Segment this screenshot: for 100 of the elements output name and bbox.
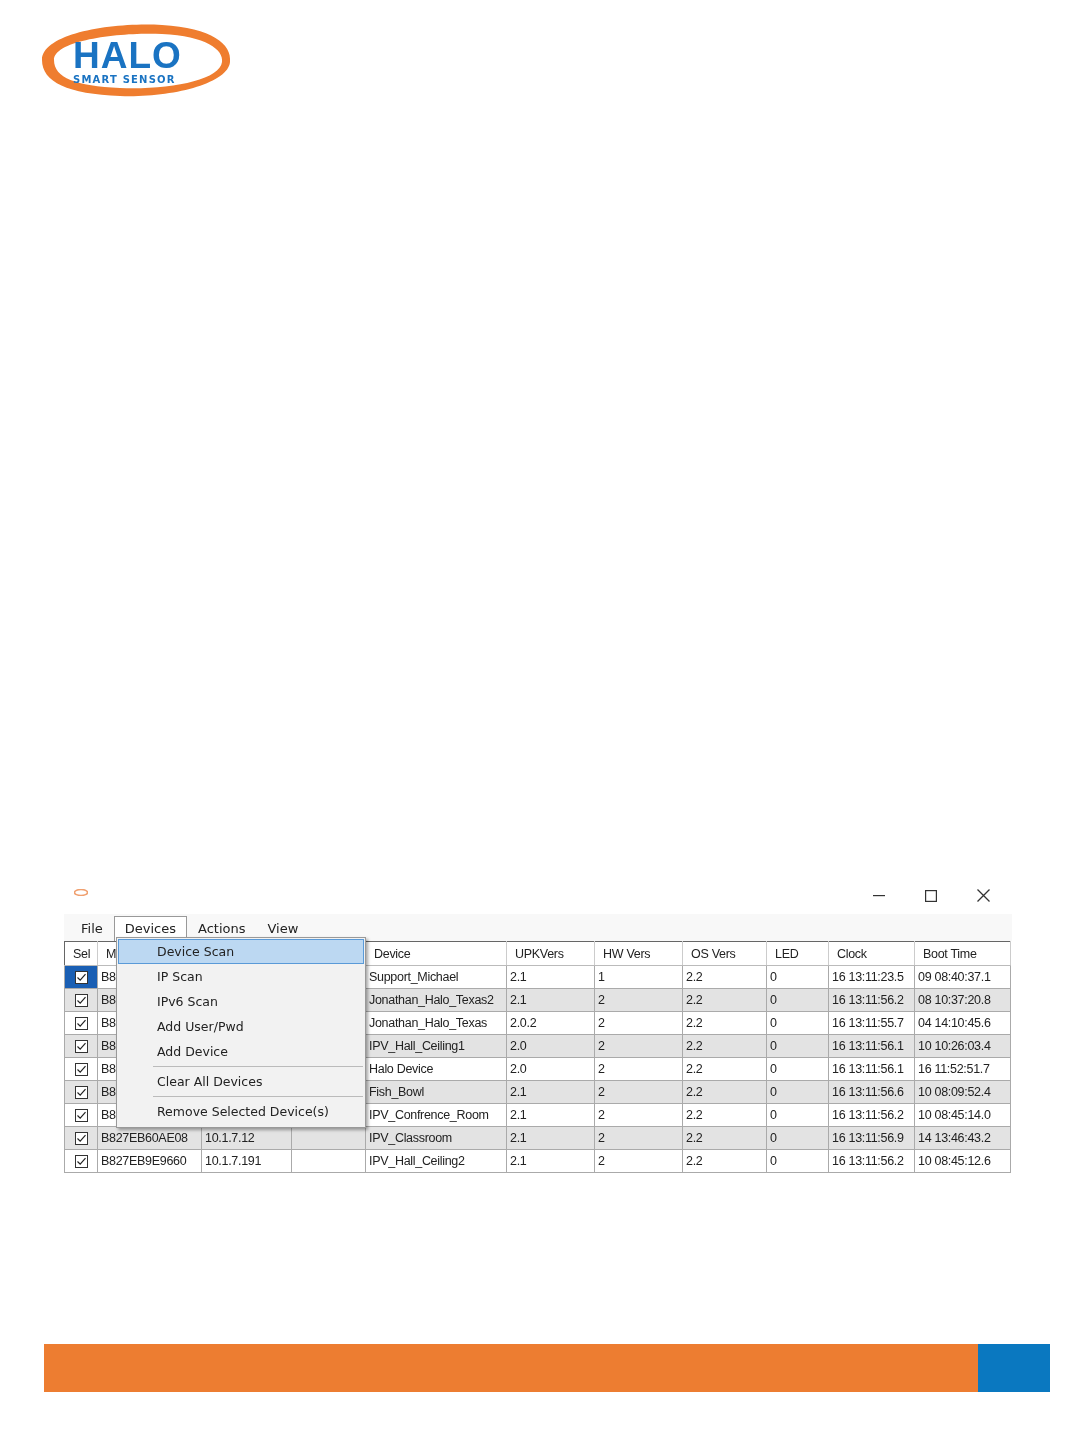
table-cell: 16 13:11:55.7 [832,1016,904,1030]
table-cell: 2.2 [686,1062,703,1076]
table-cell: 10 08:45:14.0 [918,1108,991,1122]
table-cell: 2.0 [510,1039,527,1053]
table-cell: 0 [770,993,777,1007]
table-cell: 2.0.2 [510,1016,537,1030]
table-cell: 0 [770,1062,777,1076]
select-cell[interactable] [64,1103,98,1127]
checkbox[interactable] [74,1108,88,1122]
app-icon [74,889,88,896]
table-cell: 2 [598,1062,605,1076]
table-cell: 0 [770,1154,777,1168]
menu-item[interactable]: File [70,916,114,941]
menu-option[interactable]: Device Scan [118,939,364,964]
table-cell: 2.2 [686,993,703,1007]
checkbox[interactable] [74,1131,88,1145]
table-cell: 10 10:26:03.4 [918,1039,991,1053]
select-cell[interactable] [64,1057,98,1081]
checkbox[interactable] [74,1016,88,1030]
table-cell: 2 [598,1085,605,1099]
table-cell: 2.1 [510,1108,527,1122]
footer-block [978,1344,1050,1392]
table-cell: Fish_Bowl [369,1085,424,1099]
table-cell: 2.1 [510,1154,527,1168]
maximize-icon[interactable] [925,889,937,902]
table-cell: 2 [598,1016,605,1030]
table-cell: B8 [101,1085,116,1099]
table-cell: B827EB9E9660 [101,1154,187,1168]
table-cell: B8 [101,1062,116,1076]
table-cell: 2 [598,1154,605,1168]
select-cell[interactable] [64,965,98,989]
menu-item[interactable]: View [256,916,310,941]
table-cell: B8 [101,1108,116,1122]
column-header[interactable]: Boot Time [923,946,977,961]
table-cell: 16 13:11:56.1 [832,1062,904,1076]
logo-subtitle: SMART SENSOR [73,74,176,85]
table-cell: 16 13:11:56.2 [832,1108,904,1122]
menu-option[interactable]: Add Device [118,1039,364,1064]
select-cell[interactable] [64,1034,98,1058]
table-cell: 16 13:11:56.6 [832,1085,904,1099]
checkbox[interactable] [74,993,88,1007]
table-cell: IPV_Hall_Ceiling2 [369,1154,465,1168]
column-header[interactable]: Sel [73,946,91,961]
checkbox[interactable] [74,1154,88,1168]
table-cell: 10.1.7.12 [205,1131,255,1145]
column-header[interactable]: OS Vers [691,946,736,961]
table-cell: 2.2 [686,970,703,984]
table-cell: 2.2 [686,1039,703,1053]
table-cell: B8 [101,993,116,1007]
table-cell: Jonathan_Halo_Texas [369,1016,487,1030]
table-cell: IPV_Classroom [369,1131,452,1145]
column-header[interactable]: LED [775,946,799,961]
checkbox[interactable] [74,1085,88,1099]
table-cell: IPV_Confrence_Room [369,1108,489,1122]
table-cell: B8 [101,970,116,984]
table-cell: 2.1 [510,993,527,1007]
select-cell[interactable] [64,1126,98,1150]
table-cell: IPV_Hall_Ceiling1 [369,1039,465,1053]
table-cell: 10 08:09:52.4 [918,1085,991,1099]
table-cell: 0 [770,1085,777,1099]
menu-option[interactable]: Clear All Devices [118,1069,364,1094]
column-header[interactable]: HW Vers [603,946,651,961]
table-cell: 2.1 [510,1131,527,1145]
close-icon[interactable] [977,889,990,902]
table-cell: 0 [770,1016,777,1030]
menu-item[interactable]: Actions [187,916,257,941]
table-cell: 2 [598,993,605,1007]
table-cell: 16 11:52:51.7 [918,1062,990,1076]
table-cell: 0 [770,1131,777,1145]
table-cell: 2.1 [510,970,527,984]
select-cell[interactable] [64,1011,98,1035]
table-cell: 2.1 [510,1085,527,1099]
column-header[interactable]: UPKVers [515,946,564,961]
table-cell: 0 [770,970,777,984]
column-header[interactable]: Clock [837,946,867,961]
select-cell[interactable] [64,1080,98,1104]
table-cell: B8 [101,1039,116,1053]
table-cell: 2.2 [686,1131,703,1145]
table-cell: Support_Michael [369,970,459,984]
table-cell: 04 14:10:45.6 [918,1016,991,1030]
table-cell: 16 13:11:56.2 [832,993,904,1007]
menu-option[interactable]: Add User/Pwd [118,1014,364,1039]
select-cell[interactable] [64,1149,98,1173]
menu-option[interactable]: IP Scan [118,964,364,989]
table-cell: 08 10:37:20.8 [918,993,991,1007]
table-cell: 09 08:40:37.1 [918,970,991,984]
select-cell[interactable] [64,988,98,1012]
swoosh-icon [42,24,231,97]
checkbox[interactable] [74,970,88,984]
column-header[interactable]: Device [374,946,411,961]
menu-option[interactable]: Remove Selected Device(s) [118,1099,364,1124]
menu-option[interactable]: IPv6 Scan [118,989,364,1014]
table-cell: 2 [598,1131,605,1145]
checkbox[interactable] [74,1039,88,1053]
checkbox[interactable] [74,1062,88,1076]
table-cell: 2.0 [510,1062,527,1076]
table-cell: 0 [770,1108,777,1122]
table-cell: 10.1.7.191 [205,1154,262,1168]
column-header[interactable]: M [106,946,117,961]
minimize-icon[interactable] [873,894,885,897]
